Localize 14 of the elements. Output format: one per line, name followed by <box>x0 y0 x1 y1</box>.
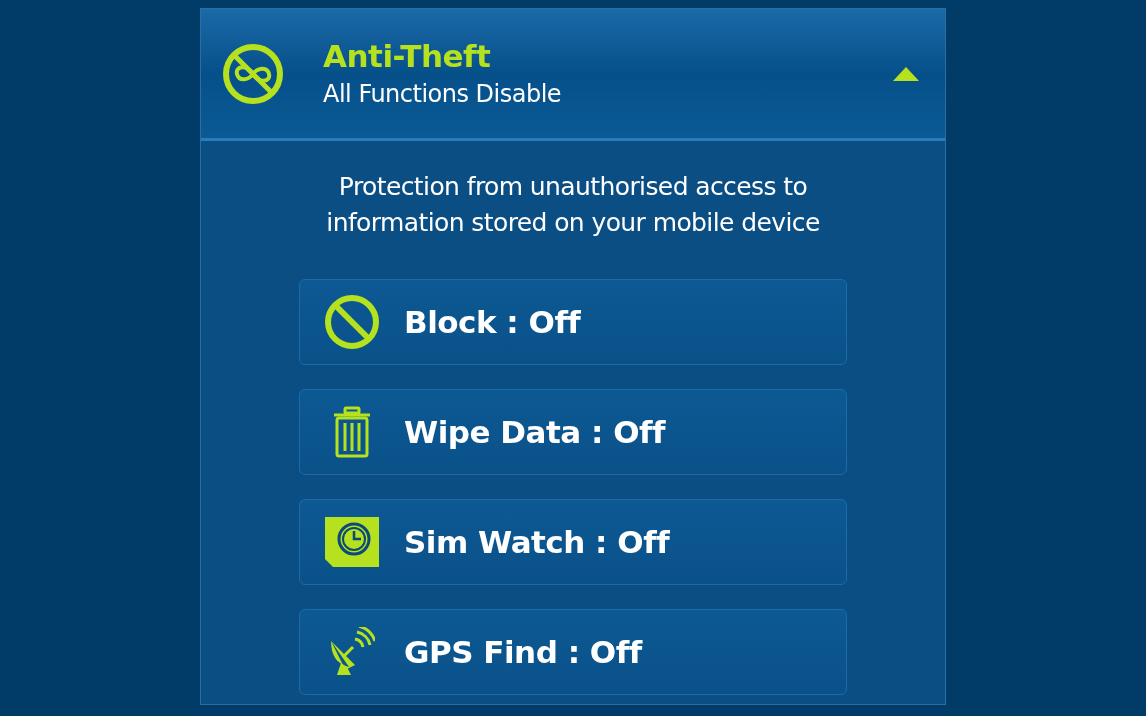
infinity-prohibited-icon <box>221 41 285 106</box>
satellite-dish-icon <box>329 627 375 677</box>
prohibited-icon <box>324 294 380 350</box>
clock-card-icon <box>325 517 379 567</box>
section-subtitle: All Functions Disable <box>323 78 562 110</box>
section-title: Anti-Theft <box>323 36 492 76</box>
trash-icon <box>332 406 372 458</box>
description-text: Protection from unauthorised access to information stored on your mobile device <box>325 171 821 239</box>
feature-button[interactable]: Sim Watch : Off <box>299 499 847 585</box>
feature-button[interactable]: Block : Off <box>299 279 847 365</box>
section-header[interactable]: Anti-Theft All Functions Disable <box>201 9 945 141</box>
collapse-caret-icon <box>893 66 919 81</box>
feature-button[interactable]: Wipe Data : Off <box>299 389 847 475</box>
feature-button[interactable]: GPS Find : Off <box>299 609 847 695</box>
